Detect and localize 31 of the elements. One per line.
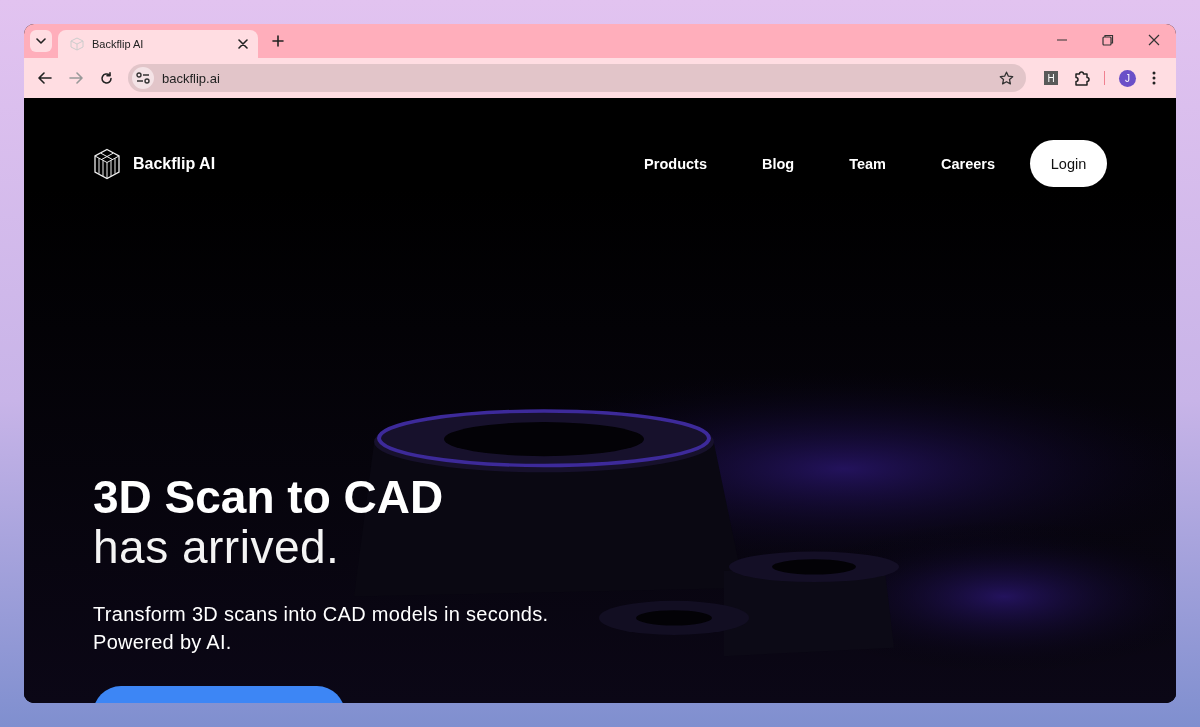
hero-subtitle: Transform 3D scans into CAD models in seconds. — [93, 602, 550, 627]
browser-tab[interactable]: Backflip AI — [58, 30, 258, 58]
nav-link[interactable]: Careers — [941, 155, 995, 172]
forward-arrow-icon — [69, 72, 83, 84]
cube-icon — [70, 37, 84, 51]
hero-title: has arrived. — [93, 522, 341, 572]
site-settings-icon[interactable] — [132, 67, 154, 89]
hero-subtitle: Powered by AI. — [93, 630, 233, 655]
nav-link[interactable]: Team — [849, 155, 886, 172]
extension-icon[interactable]: H — [1044, 71, 1058, 85]
login-button[interactable]: Login — [1030, 140, 1107, 187]
tab-title: Backflip AI — [92, 38, 145, 50]
close-icon[interactable] — [1148, 34, 1160, 46]
tab-search-button[interactable] — [30, 30, 52, 52]
back-arrow-icon[interactable] — [38, 72, 52, 84]
profile-avatar[interactable]: J — [1119, 69, 1136, 87]
nav-link[interactable]: Products — [644, 155, 707, 172]
hero-title: 3D Scan to CAD — [93, 472, 445, 522]
menu-icon[interactable] — [1152, 71, 1156, 85]
brand-name[interactable]: Backflip AI — [133, 154, 216, 173]
nav-link[interactable]: Blog — [761, 155, 795, 172]
chevron-down-icon — [36, 38, 46, 44]
plus-icon[interactable] — [272, 35, 284, 47]
close-icon[interactable] — [238, 39, 248, 49]
restore-icon[interactable] — [1102, 34, 1114, 46]
reload-icon[interactable] — [100, 71, 113, 85]
url-text: backflip.ai — [162, 70, 220, 86]
cube-logo-icon — [93, 147, 121, 180]
puzzle-icon[interactable] — [1074, 70, 1090, 86]
star-icon[interactable] — [999, 70, 1014, 86]
address-bar[interactable]: backflip.ai — [128, 64, 1026, 92]
